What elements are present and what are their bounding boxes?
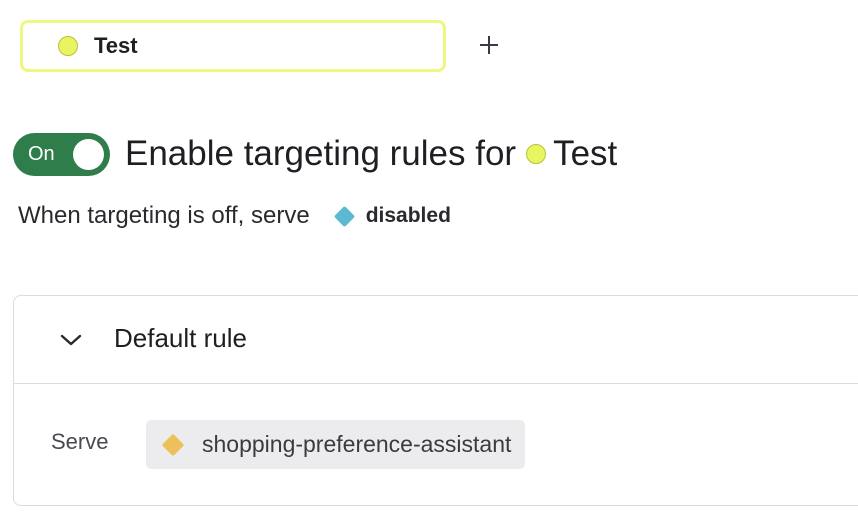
- serve-label: Serve: [51, 429, 109, 454]
- default-rule-header: Default rule: [14, 296, 858, 384]
- toggle-knob: [73, 139, 104, 170]
- variation-diamond-icon: [333, 205, 355, 227]
- add-environment-button[interactable]: [474, 30, 504, 60]
- environment-tab-test[interactable]: Test: [20, 20, 446, 72]
- targeting-environment-name: Test: [553, 134, 618, 173]
- variation-diamond-icon: [161, 433, 185, 456]
- targeting-heading-text: Enable targeting rules for: [125, 134, 517, 173]
- plus-icon: [480, 36, 498, 54]
- chevron-down-icon: [60, 334, 82, 346]
- default-rule-title: Default rule: [114, 323, 247, 353]
- environment-color-dot-icon: [58, 36, 78, 56]
- toggle-label: On: [28, 143, 55, 165]
- off-variation-name: disabled: [365, 204, 451, 227]
- collapse-default-rule-button[interactable]: [56, 325, 86, 355]
- targeting-heading: Enable targeting rules for Test: [125, 132, 617, 176]
- off-variation-line: When targeting is off, serve disabled: [18, 198, 451, 234]
- serve-variation-select[interactable]: shopping-preference-assistant: [146, 420, 526, 469]
- off-variation-text: When targeting is off, serve: [18, 202, 310, 229]
- serve-variation-name: shopping-preference-assistant: [202, 431, 512, 457]
- targeting-page: Test On Enable targeting rules for Test …: [0, 0, 858, 520]
- environment-tab-label: Test: [94, 33, 138, 58]
- default-rule-card: Default rule Serve shopping-preference-a…: [13, 295, 858, 506]
- targeting-toggle[interactable]: On: [13, 133, 110, 176]
- environment-color-dot-icon: [526, 144, 547, 164]
